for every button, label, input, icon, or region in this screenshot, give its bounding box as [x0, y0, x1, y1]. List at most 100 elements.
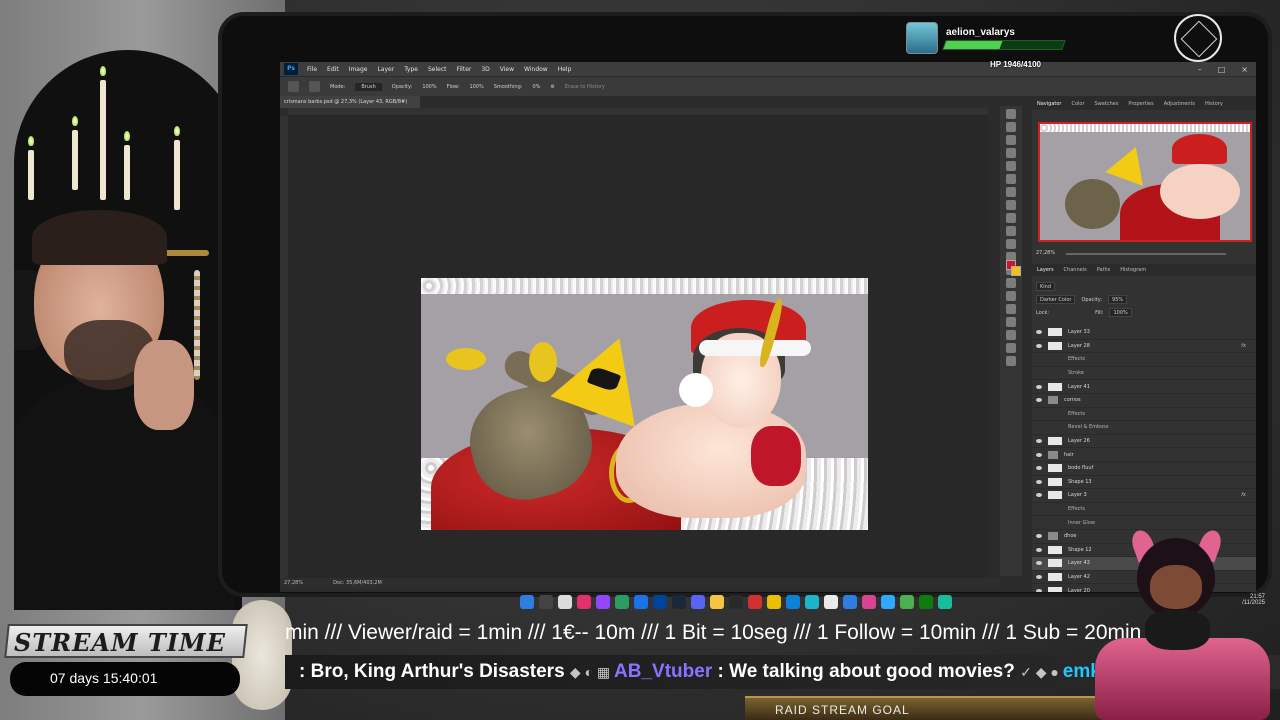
search-icon[interactable]	[539, 595, 553, 609]
dodge-tool-icon[interactable]	[1006, 278, 1016, 288]
layer-fx-icon[interactable]: fx	[1241, 492, 1246, 498]
layer-row[interactable]: bodo fluuf	[1032, 462, 1256, 476]
tab-histogram[interactable]: Histogram	[1115, 267, 1151, 273]
app-icon[interactable]	[767, 595, 781, 609]
visibility-eye-icon[interactable]	[1036, 452, 1042, 457]
layer-effect-row[interactable]: Bevel & Emboss	[1032, 421, 1256, 435]
marquee-tool-icon[interactable]	[1006, 122, 1016, 132]
layer-row[interactable]: Layer 28 fx	[1032, 340, 1256, 354]
photos-icon[interactable]	[634, 595, 648, 609]
layer-row[interactable]: Layer 41	[1032, 380, 1256, 394]
menu-edit[interactable]: Edit	[322, 66, 344, 73]
xbox-icon[interactable]	[919, 595, 933, 609]
type-tool-icon[interactable]	[1006, 304, 1016, 314]
visibility-eye-icon[interactable]	[1036, 384, 1042, 389]
menu-layer[interactable]: Layer	[372, 66, 399, 73]
app-icon[interactable]	[805, 595, 819, 609]
photoshop-logo-icon[interactable]: Ps	[284, 63, 298, 75]
maximize-icon[interactable]: □	[1210, 65, 1234, 74]
healing-tool-icon[interactable]	[1006, 187, 1016, 197]
menu-filter[interactable]: Filter	[452, 66, 477, 73]
close-icon[interactable]: ×	[1233, 65, 1256, 74]
smoothing-input[interactable]: 0%	[532, 84, 540, 90]
tab-layers[interactable]: Layers	[1032, 267, 1059, 273]
menu-image[interactable]: Image	[344, 66, 373, 73]
quick-select-tool-icon[interactable]	[1006, 148, 1016, 158]
blend-mode-select[interactable]: Darker Color	[1036, 295, 1076, 304]
app-icon[interactable]	[938, 595, 952, 609]
visibility-eye-icon[interactable]	[1036, 479, 1042, 484]
layer-group-row[interactable]: cornos	[1032, 394, 1256, 408]
layer-fx-icon[interactable]: fx	[1241, 343, 1246, 349]
twitch-icon[interactable]	[596, 595, 610, 609]
visibility-eye-icon[interactable]	[1036, 588, 1042, 592]
tab-properties[interactable]: Properties	[1123, 101, 1158, 107]
canvas-area[interactable]	[288, 116, 988, 578]
obs-icon[interactable]	[748, 595, 762, 609]
layer-effect-row[interactable]: Inner Glow	[1032, 516, 1256, 530]
app-icon[interactable]	[615, 595, 629, 609]
layer-effect-row[interactable]: Effects	[1032, 408, 1256, 422]
minimize-icon[interactable]: –	[1190, 65, 1210, 74]
visibility-eye-icon[interactable]	[1036, 343, 1042, 348]
menu-3d[interactable]: 3D	[476, 66, 494, 73]
photoshop-taskbar-icon[interactable]	[881, 595, 895, 609]
erase-history-checkbox[interactable]: Erase to History	[565, 84, 605, 90]
zoom-tool-icon[interactable]	[1006, 356, 1016, 366]
visibility-eye-icon[interactable]	[1036, 561, 1042, 566]
visibility-eye-icon[interactable]	[1036, 330, 1042, 335]
epic-games-icon[interactable]	[729, 595, 743, 609]
menu-help[interactable]: Help	[553, 66, 577, 73]
home-icon[interactable]	[288, 81, 299, 92]
tab-swatches[interactable]: Swatches	[1090, 101, 1124, 107]
discord-icon[interactable]	[691, 595, 705, 609]
tab-color[interactable]: Color	[1066, 101, 1089, 107]
layer-row[interactable]: Shape 13	[1032, 476, 1256, 490]
layer-row[interactable]: Layer 33	[1032, 326, 1256, 340]
filter-kind-select[interactable]: Kind	[1036, 282, 1056, 291]
layer-effect-row[interactable]: Stroke	[1032, 367, 1256, 381]
artwork-canvas[interactable]	[421, 278, 868, 530]
eraser-tool-icon[interactable]	[1006, 239, 1016, 249]
fill-input[interactable]: 100%	[1109, 308, 1132, 317]
tab-paths[interactable]: Paths	[1092, 267, 1116, 273]
crop-tool-icon[interactable]	[1006, 161, 1016, 171]
stamp-tool-icon[interactable]	[1006, 213, 1016, 223]
app-icon[interactable]	[862, 595, 876, 609]
flow-input[interactable]: 100%	[469, 84, 483, 90]
brush-tool-icon[interactable]	[1006, 200, 1016, 210]
playstation-icon[interactable]	[653, 595, 667, 609]
instagram-icon[interactable]	[577, 595, 591, 609]
layer-effect-row[interactable]: Effects	[1032, 353, 1256, 367]
opacity-input[interactable]: 100%	[422, 84, 436, 90]
file-explorer-icon[interactable]	[710, 595, 724, 609]
task-view-icon[interactable]	[558, 595, 572, 609]
menu-file[interactable]: File	[302, 66, 322, 73]
minecraft-icon[interactable]	[900, 595, 914, 609]
zoom-level[interactable]: 27,28%	[284, 580, 303, 586]
path-select-tool-icon[interactable]	[1006, 317, 1016, 327]
layer-row[interactable]: Layer 26	[1032, 435, 1256, 449]
hand-tool-icon[interactable]	[1006, 343, 1016, 353]
layer-row[interactable]: Layer 3 fx	[1032, 489, 1256, 503]
move-tool-icon[interactable]	[1006, 109, 1016, 119]
document-tab[interactable]: crismans barbs.psd @ 27,3% (Layer 43, RG…	[280, 96, 420, 108]
layer-opacity-input[interactable]: 95%	[1108, 295, 1128, 304]
navigator-zoom-value[interactable]: 27,28%	[1036, 250, 1055, 256]
lasso-tool-icon[interactable]	[1006, 135, 1016, 145]
visibility-eye-icon[interactable]	[1036, 493, 1042, 498]
visibility-eye-icon[interactable]	[1036, 398, 1042, 403]
edge-icon[interactable]	[786, 595, 800, 609]
menu-select[interactable]: Select	[423, 66, 452, 73]
eraser-tool-icon[interactable]	[309, 81, 320, 92]
background-color-swatch[interactable]	[1011, 266, 1021, 276]
menu-window[interactable]: Window	[519, 66, 553, 73]
shape-tool-icon[interactable]	[1006, 330, 1016, 340]
app-icon[interactable]	[843, 595, 857, 609]
visibility-eye-icon[interactable]	[1036, 439, 1042, 444]
visibility-eye-icon[interactable]	[1036, 534, 1042, 539]
layer-effect-row[interactable]: Effects	[1032, 503, 1256, 517]
menu-view[interactable]: View	[495, 66, 519, 73]
layer-group-row[interactable]: hair	[1032, 448, 1256, 462]
windows-start-icon[interactable]	[520, 595, 534, 609]
